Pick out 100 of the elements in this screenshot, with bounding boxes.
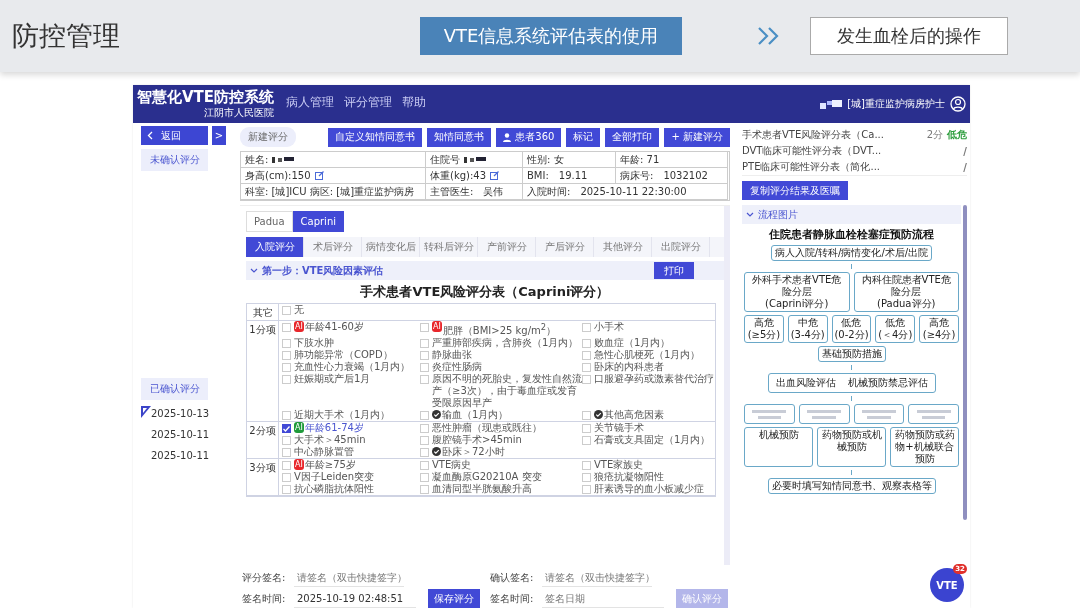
score-name[interactable]: PTE临床可能性评分表（简化... [742,160,960,174]
flow-box: 病人入院/转科/病情变化/术后/出院 [770,245,933,261]
scale-tab[interactable]: Padua [246,211,293,232]
field-label: 确认签名: [490,570,535,585]
nav-link[interactable]: 帮助 [402,93,427,111]
stage-tab[interactable]: 转科后评分 [420,237,478,257]
option-label: 大手术＞45min [294,434,366,446]
group-label: 1分项 [247,321,279,422]
risk-level: / [963,145,967,157]
info-label: 姓名: [245,152,269,167]
info-value: 1032102 [663,170,708,181]
option-label: VTE病史 [432,459,472,472]
blurred-box [798,404,850,424]
new-score-tab[interactable]: 新建评分 [240,127,296,147]
option-label: 关节镜手术 [594,422,644,434]
field-label: 评分签名: [242,570,287,585]
unconfirmed-section[interactable]: 未确认评分 [141,149,208,171]
stage-tab[interactable]: 病情变化后 [362,237,420,257]
flow-box: 必要时填写知情同意书、观察表格等 [767,478,936,494]
option-label: 小手术 [594,321,624,333]
chevron-left-icon [147,131,153,140]
option-label: 血清同型半胱氨酸升高 [432,483,532,496]
info-value: 2025-10-11 22:30:00 [580,186,687,197]
save-button[interactable]: 保存评分 [428,589,480,608]
blurred-box [744,404,795,424]
ai-badge: AI [432,321,442,332]
info-label: 病床号: [620,168,654,183]
confirmed-section[interactable]: 已确认评分 [141,378,208,400]
toolbar-button[interactable]: 自定义知情同意书 [328,127,423,147]
copy-button[interactable]: 复制评分结果及医嘱 [742,181,848,200]
option-label: 败血症（1月内） [594,337,671,349]
stage-tab[interactable]: 产前评分 [478,237,536,257]
stage-tab[interactable]: 术后评分 [304,237,362,257]
date-item[interactable]: 2025-10-11 [143,427,210,442]
option-label: 年龄41-60岁 [304,321,364,333]
group-label: 2分项 [247,422,279,459]
score-name[interactable]: 手术患者VTE风险评分表（Ca... [742,128,923,142]
field-label: 签名时间: [490,591,535,606]
info-label: BMI: [527,170,549,181]
user-role: [城]重症监护病房护士 [847,97,945,111]
flow-box: 高危 (≥5分) [744,315,784,343]
option-label: V因子Leiden突变 [294,471,374,483]
option-label: 口服避孕药或激素替代治疗 [594,373,714,386]
current-step-label: VTE信息系统评估表的使用 [420,17,682,55]
option-label: 凝血酶原G20210A 突变 [432,471,542,483]
info-label: 住院号 [430,152,460,167]
nav-link[interactable]: 评分管理 [344,93,393,111]
flow-box: 中危 (3-4分) [787,315,828,343]
flow-box: 内科住院患者VTE危险分层 (Padua评分) [853,272,959,312]
option-label: 无 [294,304,304,316]
scale-tab[interactable]: Caprini [292,211,344,232]
option-label: 腹腔镜手术>45min [432,434,522,446]
stage-tab[interactable]: 出院评分 [652,237,710,257]
flow-box: 高危 (≥4分) [919,315,959,343]
option-label: VTE家族史 [594,459,644,472]
option-label: 肥胖（BMI>25 kg/m$^{2}$） [442,321,557,338]
info-label: 年龄: 71 [620,152,660,167]
option-label: 静脉曲张 [432,349,472,362]
option-label: 原因不明的死胎史，复发性自然流产（≥3次），由于毒血症或发育受限原因早产 [432,373,582,409]
risk-level: 低危 [947,128,967,142]
option-label: 充血性心力衰竭（1月内） [294,361,411,373]
expand-button[interactable]: > [212,126,226,145]
info-label: 性别: 女 [527,152,564,167]
info-label: 科室: [城]ICU 病区: [城]重症监护病房 [245,184,415,199]
nav-link[interactable]: 病人管理 [286,93,335,111]
section-header[interactable]: 流程图片 [742,205,961,224]
stage-tab[interactable]: 其他评分 [594,237,652,257]
option-label: 近期大手术（1月内） [294,409,391,422]
hospital-name: 江阴市人民医院 [204,106,275,119]
option-label: 恶性肿瘤（现患或既往） [432,422,542,434]
print-button[interactable]: 打印 [654,262,694,279]
toolbar-button[interactable]: 标记 [566,127,601,147]
date-item[interactable]: 2025-10-11 [143,448,210,463]
back-button[interactable]: 返回 [141,126,208,145]
score-name[interactable]: DVT临床可能性评分表（DVT... [742,144,960,158]
checkbox[interactable] [282,424,291,434]
next-step-label: 发生血栓后的操作 [810,17,1008,55]
info-label: 主管医生: [430,184,474,199]
scrollbar[interactable] [963,205,967,520]
date-item[interactable]: 2025-10-13 [143,406,210,421]
option-label: 中心静脉置管 [294,446,354,459]
info-label: 入院时间: [527,184,571,199]
option-label: 妊娠期或产后1月 [294,373,371,386]
toolbar-button[interactable]: 患者360 [496,127,562,147]
app-name: 智慧化VTE防控系统 [137,89,275,106]
option-label: 肝素诱导的血小板减少症 [594,483,704,496]
option-label: 石膏或支具固定（1月内） [594,434,711,447]
redaction-mark [820,99,843,109]
toolbar-button[interactable]: 知情同意书 [427,127,492,147]
toolbar-button[interactable]: + 新建评分 [664,127,730,147]
stage-tab[interactable]: 产后评分 [536,237,594,257]
toolbar-button[interactable]: 全部打印 [605,127,660,147]
ai-badge: AI [294,459,304,471]
risk-level: / [963,161,967,173]
check-icon [283,425,290,432]
flow-box: 药物预防或药物+机械联合预防 [890,427,959,467]
flag-corner-icon [141,406,151,418]
ai-badge: AI [294,422,304,434]
slide-title: 防控管理 [12,19,121,53]
stage-tab[interactable]: 入院评分 [246,237,304,257]
